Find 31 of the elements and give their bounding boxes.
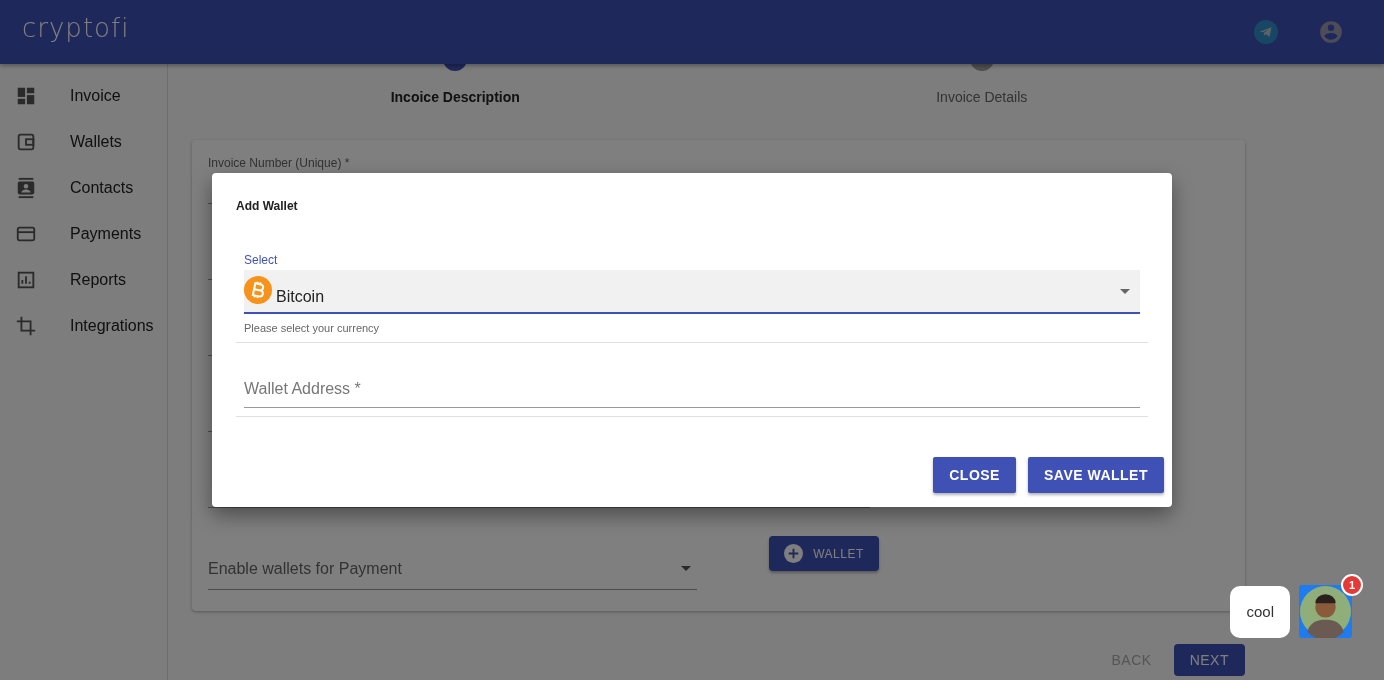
crop-icon [15, 315, 37, 337]
close-button[interactable]: CLOSE [933, 457, 1016, 493]
step-title[interactable]: Invoice Details [936, 89, 1028, 105]
bitcoin-icon [244, 276, 272, 304]
add-wallet-button[interactable]: WALLET [769, 536, 879, 571]
wallet-address-field[interactable]: Wallet Address * [244, 371, 1140, 408]
send-icon[interactable] [1254, 20, 1278, 44]
sidebar-item[interactable]: Payments [0, 211, 167, 257]
caret-icon [681, 566, 691, 571]
sidebar-item[interactable]: Invoice [0, 73, 167, 119]
sidebar-item[interactable]: Integrations [0, 303, 167, 349]
sidebar-item[interactable]: Reports [0, 257, 167, 303]
account-icon[interactable] [1318, 19, 1344, 45]
sidebar-item[interactable]: Wallets [0, 119, 167, 165]
dialog-title: Add Wallet [236, 199, 299, 213]
helper-text: Please select your currency [244, 322, 381, 334]
notification-badge: 1 [1341, 574, 1363, 596]
chat-bubble: cool [1230, 585, 1290, 638]
next-button[interactable]: NEXT [1173, 644, 1245, 676]
dashboard-icon [15, 85, 37, 107]
chart-icon [15, 269, 37, 291]
wallet-select[interactable]: Enable wallets for Payment [208, 554, 697, 590]
step-title[interactable]: Incoice Description [390, 89, 520, 105]
save-wallet-button[interactable]: SAVE WALLET [1027, 457, 1164, 493]
logo: cryptofi [22, 13, 130, 43]
sidebar-item[interactable]: Contacts [0, 165, 167, 211]
wallet-icon [15, 131, 37, 153]
plus-icon [784, 544, 804, 563]
contacts-icon [15, 177, 37, 199]
field-label: Invoice Number (Unique) * [208, 156, 351, 170]
caret-icon [1120, 288, 1130, 294]
